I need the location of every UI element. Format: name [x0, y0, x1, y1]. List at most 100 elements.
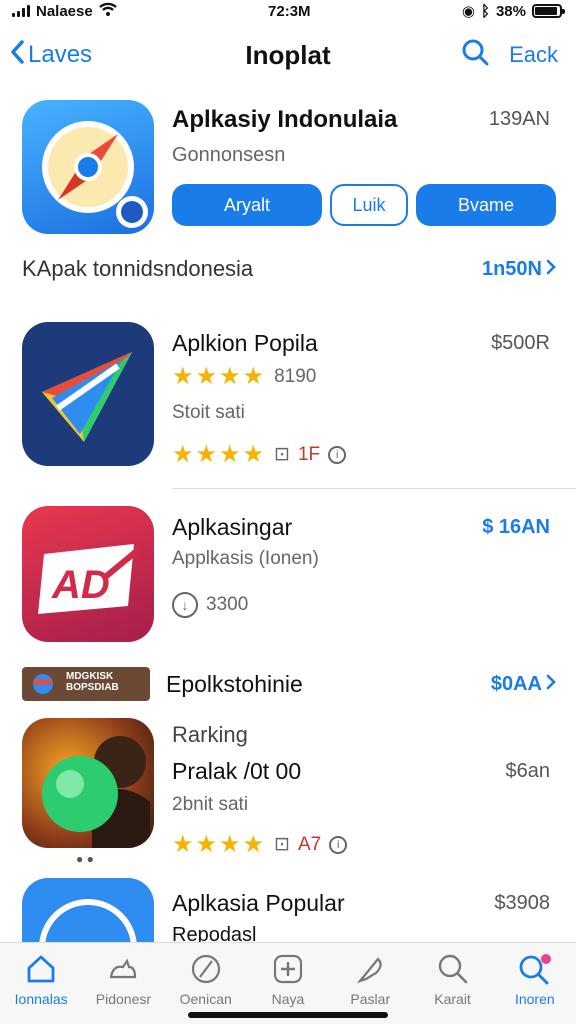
tab-home[interactable]: Ionnalas	[5, 951, 77, 1024]
app-subtitle: Applkasis (Ionen)	[172, 548, 319, 569]
battery-icon	[531, 4, 565, 18]
battery-fill	[534, 7, 557, 15]
app-rating-row: ★★★★ ⊡ A7 i	[172, 830, 348, 859]
app-name: Rarking	[172, 722, 248, 747]
nav-actions: Eack	[461, 38, 558, 72]
ad-app-icon[interactable]: AD	[22, 506, 154, 642]
rating-stars: ★★★★	[172, 363, 267, 390]
featured-outline-button[interactable]: Luik	[330, 184, 408, 226]
info-icon[interactable]: i	[329, 835, 348, 854]
rating-count: 8190	[274, 365, 317, 387]
app-rating-row: ★★★★ 8190	[172, 362, 316, 391]
home-icon	[23, 951, 59, 987]
compass-app-icon[interactable]	[22, 100, 154, 234]
app-subtitle: Repodasl	[172, 924, 257, 944]
nav-bar: Laves Inoplat Eack	[0, 30, 576, 80]
list-item[interactable]: ● ● Rarking Pralak /0t 00 $6an 2bnit sat…	[22, 718, 556, 868]
download-icon: ⊡	[274, 834, 290, 855]
status-left: Nalaese	[12, 2, 117, 20]
tab-label: Pidonesr	[95, 991, 152, 1007]
divider	[172, 488, 576, 489]
paper-plane-app-icon[interactable]	[22, 322, 154, 466]
tab-label: Karait	[434, 991, 471, 1007]
rating-count: 3300	[206, 594, 249, 615]
download-icon[interactable]: ↓	[172, 592, 198, 618]
app-price[interactable]: $ 16AN	[482, 516, 550, 539]
cat-icon	[105, 951, 141, 987]
tab-label: Inoren	[514, 991, 555, 1007]
app-meta: 2bnit sati	[172, 794, 249, 815]
section-badge-label: MDGKISK BOPSDIAB	[66, 671, 119, 693]
section-title: KApak tonnidsndonesia	[22, 256, 254, 281]
section-2-title: Epolkstohinie	[166, 670, 303, 697]
rating-count: 1F	[297, 443, 321, 465]
back-label: Laves	[28, 41, 93, 68]
nav-right-button[interactable]: Eack	[509, 42, 558, 68]
featured-app-title: Aplkasiy Indonulaia	[172, 106, 398, 133]
featured-app-subtitle: Gonnonsesn	[172, 144, 286, 166]
section-header-2: MDGKISK BOPSDIAB Epolkstohinie $0AA	[22, 666, 556, 702]
globe-icon	[33, 674, 53, 694]
list-item[interactable]: Aplkion Popila $500R ★★★★ 8190 Stoit sat…	[22, 322, 556, 472]
home-indicator[interactable]	[188, 1012, 388, 1018]
feather-icon	[352, 951, 388, 987]
compass-icon	[188, 951, 224, 987]
app-name: Aplkasia Popular	[172, 890, 345, 916]
svg-text:AD: AD	[51, 563, 110, 607]
chevron-right-icon	[546, 673, 556, 696]
app-price[interactable]: $6an	[506, 760, 551, 783]
section-badge: MDGKISK BOPSDIAB	[22, 667, 150, 701]
featured-primary-button[interactable]: Aryalt	[172, 184, 322, 226]
app-price[interactable]: $3908	[494, 892, 550, 915]
tab-label: Paslar	[350, 991, 391, 1007]
download-icon: ⊡	[274, 444, 290, 465]
rating-stars: ★★★★	[172, 441, 267, 468]
back-button[interactable]: Laves	[10, 39, 93, 71]
section-link-label: $0AA	[490, 672, 542, 695]
search-icon	[435, 951, 471, 987]
section-2-left: MDGKISK BOPSDIAB Epolkstohinie	[22, 667, 303, 701]
section-link-label: 1n50N	[481, 257, 542, 280]
featured-app[interactable]: Aplkasiy Indonulaia Gonnonsesn 139AN Ary…	[22, 98, 556, 238]
tab-label: Oenican	[179, 991, 232, 1007]
app-rating-row: ↓ 3300	[172, 592, 248, 618]
featured-button-row: Aryalt Luik Bvame	[172, 184, 556, 226]
status-bar: Nalaese 72:3M ◉ ᛒ 38%	[0, 0, 576, 22]
app-meta: Stoit sati	[172, 402, 245, 423]
game-app-icon[interactable]	[22, 718, 154, 848]
section-see-all-link[interactable]: 1n50N	[482, 258, 556, 281]
search-icon[interactable]	[461, 38, 489, 72]
app-subtitle: Pralak /0t 00	[172, 758, 302, 784]
tab-2[interactable]: Pidonesr	[87, 951, 159, 1024]
alarm-icon: ◉	[461, 3, 475, 20]
battery-percent: 38%	[495, 2, 526, 20]
app-name: Aplkion Popila	[172, 330, 318, 356]
bluetooth-icon: ᛒ	[480, 2, 490, 20]
search-badge-icon	[517, 951, 553, 987]
rating-stars: ★★★★	[172, 831, 267, 858]
wifi-icon	[98, 2, 117, 20]
list-item[interactable]: Aplkasia Popular $3908 Repodasl	[22, 878, 556, 944]
page-dots: ● ●	[76, 852, 94, 866]
app-name: Aplkasingar	[172, 514, 293, 540]
tab-6[interactable]: Karait	[417, 951, 489, 1024]
tab-7[interactable]: Inoren	[499, 951, 571, 1024]
tab-label: Ionnalas	[14, 991, 68, 1007]
section-header: KApak tonnidsndonesia 1n50N	[22, 256, 556, 282]
info-icon[interactable]: i	[328, 445, 347, 464]
tab-label: Naya	[271, 991, 305, 1007]
list-item[interactable]: AD Aplkasingar $ 16AN Applkasis (Ionen) …	[22, 506, 556, 646]
carrier-label: Nalaese	[36, 2, 93, 20]
blue-app-icon[interactable]	[22, 878, 154, 944]
chevron-right-icon	[546, 258, 556, 281]
chevron-left-icon	[10, 39, 24, 71]
status-time: 72:3M	[268, 2, 311, 20]
section-2-see-all-link[interactable]: $0AA	[491, 673, 556, 696]
app-price[interactable]: $500R	[491, 332, 550, 355]
rating-count: A7	[297, 833, 322, 855]
featured-secondary-button[interactable]: Bvame	[416, 184, 556, 226]
featured-app-time: 139AN	[488, 108, 550, 130]
signal-icon	[12, 5, 30, 17]
app-rating-row-2: ★★★★ ⊡ 1F i	[172, 440, 347, 469]
plus-icon	[270, 951, 306, 987]
